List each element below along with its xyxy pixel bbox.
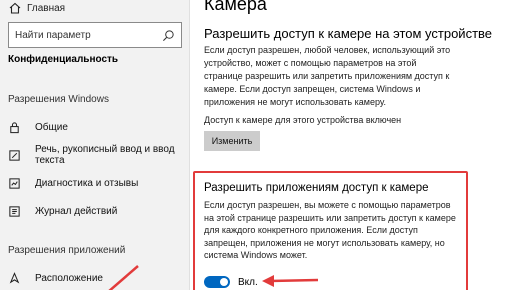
- sidebar: Главная Найти параметр Конфиденциальност…: [0, 0, 190, 290]
- page-title: Камера: [204, 0, 267, 14]
- sidebar-item-general[interactable]: Общие: [8, 120, 68, 134]
- search-icon[interactable]: [162, 29, 175, 42]
- diagnostics-icon: [9, 177, 20, 189]
- home-label: Главная: [27, 2, 66, 14]
- sidebar-item-location[interactable]: Расположение: [8, 271, 103, 285]
- windows-permissions-title: Разрешения Windows: [8, 94, 109, 105]
- sidebar-item-diagnostics[interactable]: Диагностика и отзывы: [8, 176, 138, 190]
- location-icon: [9, 271, 20, 284]
- search-placeholder: Найти параметр: [15, 29, 91, 41]
- sidebar-item-label: Диагностика и отзывы: [35, 177, 139, 189]
- sidebar-item-label: Журнал действий: [35, 205, 118, 217]
- section-title: Конфиденциальность: [8, 54, 119, 65]
- change-button[interactable]: Изменить: [204, 131, 260, 151]
- sidebar-item-label: Расположение: [35, 272, 103, 284]
- lock-icon: [10, 121, 19, 133]
- search-input[interactable]: Найти параметр: [8, 22, 182, 48]
- device-access-status: Доступ к камере для этого устройства вкл…: [204, 115, 402, 125]
- app-permissions-title: Разрешения приложений: [8, 245, 126, 256]
- sidebar-item-label: Речь, рукописный ввод и ввод текста: [35, 144, 175, 166]
- sidebar-item-speech[interactable]: Речь, рукописный ввод и ввод текста: [8, 144, 189, 166]
- device-access-title: Разрешить доступ к камере на этом устрой…: [204, 26, 493, 41]
- activity-history-icon: [9, 205, 20, 217]
- home-icon: [9, 2, 21, 14]
- annotation-highlight-box: [193, 171, 468, 290]
- sidebar-item-home[interactable]: Главная: [8, 0, 65, 16]
- sidebar-item-activity-history[interactable]: Журнал действий: [8, 204, 117, 218]
- device-access-description: Если доступ разрешен, любой человек, исп…: [204, 45, 451, 107]
- speech-icon: [9, 149, 20, 161]
- sidebar-item-label: Общие: [35, 121, 68, 133]
